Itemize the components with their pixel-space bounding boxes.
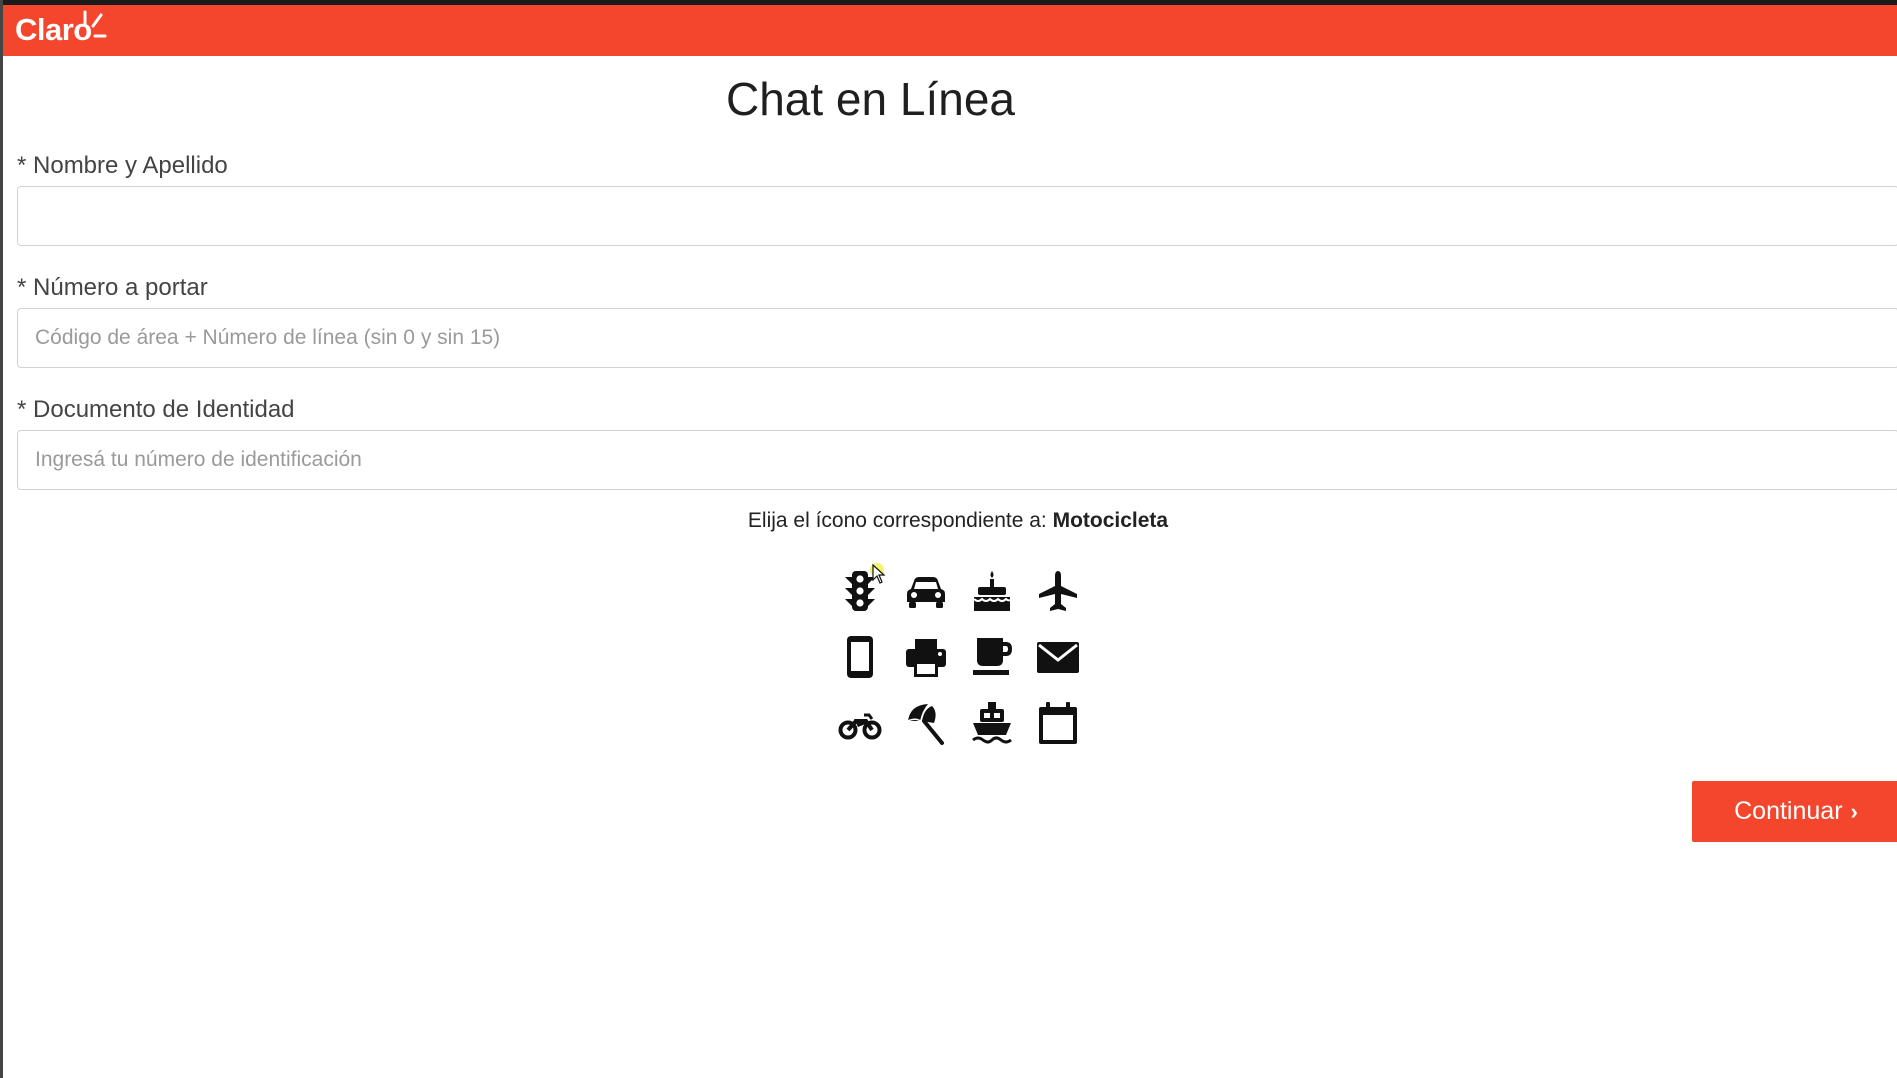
name-label: * Nombre y Apellido	[17, 152, 228, 179]
logo-rays-icon	[83, 10, 107, 38]
envelope-icon	[1037, 642, 1079, 673]
car-icon	[907, 577, 945, 608]
continue-button-label: Continuar	[1734, 797, 1843, 825]
captcha-prompt: Elija el ícono correspondiente a: Motoci…	[3, 509, 1897, 533]
captcha-option-envelope[interactable]	[1025, 624, 1091, 690]
captcha-option-coffee[interactable]	[959, 624, 1025, 690]
header-bar: Claro	[3, 0, 1897, 56]
beach-umbrella-icon	[907, 704, 944, 745]
chevron-right-icon: ›	[1850, 798, 1858, 824]
captcha-target: Motocicleta	[1052, 509, 1169, 532]
birthday-cake-icon	[973, 571, 1011, 611]
mobile-phone-icon	[847, 636, 873, 678]
captcha-option-motorcycle[interactable]	[827, 690, 893, 756]
captcha-option-traffic-light[interactable]	[827, 558, 893, 624]
traffic-light-icon	[845, 571, 875, 611]
captcha-option-plane[interactable]	[1025, 558, 1091, 624]
plane-icon	[1039, 571, 1077, 611]
captcha-option-umbrella[interactable]	[893, 690, 959, 756]
page: Claro Chat en Línea * Nombre y Apellido …	[0, 0, 1897, 1078]
captcha-icon-grid	[827, 558, 1091, 745]
captcha-option-car[interactable]	[893, 558, 959, 624]
name-input[interactable]	[17, 186, 1897, 246]
captcha-option-mobile[interactable]	[827, 624, 893, 690]
calendar-icon	[1039, 702, 1077, 744]
page-title: Chat en Línea	[725, 73, 1015, 125]
continue-button[interactable]: Continuar ›	[1692, 781, 1897, 842]
captcha-option-ship[interactable]	[959, 690, 1025, 756]
captcha-option-printer[interactable]	[893, 624, 959, 690]
ship-icon	[972, 702, 1012, 744]
phone-number-input[interactable]	[17, 308, 1897, 368]
captcha-prompt-text: Elija el ícono correspondiente a:	[747, 509, 1053, 532]
number-label: * Número a portar	[17, 274, 208, 301]
captcha-option-calendar[interactable]	[1025, 690, 1091, 756]
coffee-cup-icon	[973, 638, 1012, 675]
captcha-option-cake[interactable]	[959, 558, 1025, 624]
printer-icon	[906, 639, 946, 677]
document-label: * Documento de Identidad	[17, 396, 295, 423]
document-input[interactable]	[17, 430, 1897, 490]
motorcycle-icon	[838, 713, 882, 740]
